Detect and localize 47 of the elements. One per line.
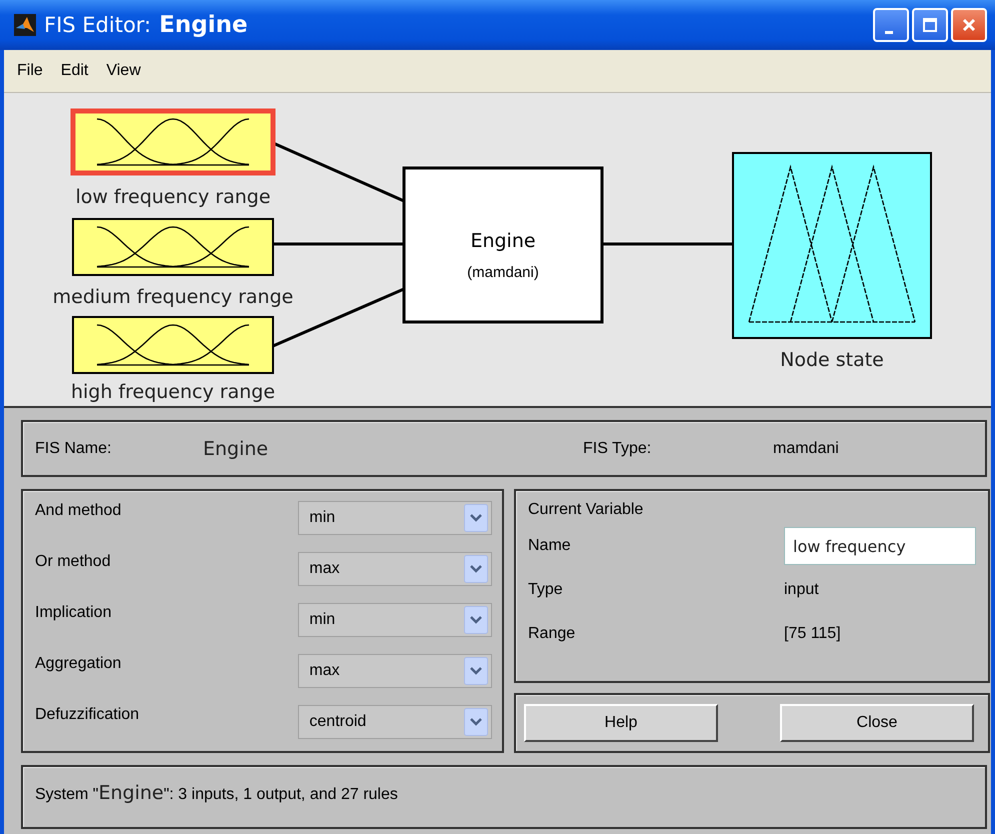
minimize-icon (884, 30, 892, 34)
method-label: Defuzzification (35, 705, 140, 724)
input-node[interactable] (70, 108, 276, 176)
method-label: Aggregation (35, 654, 122, 673)
system-block[interactable] (402, 166, 604, 324)
minimize-button[interactable] (873, 8, 909, 42)
app-icon (14, 14, 36, 36)
output-label: Node state (780, 349, 884, 371)
input-label: medium frequency range (52, 286, 294, 308)
dialog-button[interactable]: Help (524, 704, 718, 742)
fis-type: mamdani (773, 440, 839, 458)
window-title-prefix: FIS Editor: (44, 13, 152, 37)
output-node[interactable] (732, 152, 932, 339)
input-label: high frequency range (70, 381, 276, 403)
close-icon (961, 17, 977, 33)
method-label: Implication (35, 603, 112, 622)
fis-name-label: FIS Name: (35, 440, 112, 458)
status-message: System "Engine": 3 inputs, 1 output, and 27 rules (35, 782, 398, 804)
system-type: (mamdani) (467, 264, 539, 281)
fis-type-label: FIS Type: (583, 440, 652, 458)
dialog-button[interactable]: Close (780, 704, 974, 742)
close-button[interactable] (951, 8, 987, 42)
variable-label: Name (528, 537, 572, 555)
variable-value: input (784, 581, 819, 599)
menu-item[interactable]: View (97, 62, 150, 80)
variable-value: [75 115] (784, 625, 841, 643)
menu-item[interactable]: File (8, 62, 52, 80)
input-label: low frequency range (75, 186, 271, 208)
fis-name: Engine (203, 438, 270, 460)
method-dropdown[interactable]: max (298, 654, 492, 688)
method-dropdown[interactable]: min (298, 603, 492, 637)
maximize-icon (922, 17, 938, 33)
input-node[interactable] (72, 316, 274, 374)
method-dropdown[interactable]: min (298, 501, 492, 535)
menu-item[interactable]: Edit (52, 62, 98, 80)
variable-label: Range (528, 625, 576, 643)
method-label: Or method (35, 552, 112, 571)
method-dropdown[interactable]: centroid (298, 705, 492, 739)
input-node[interactable] (72, 218, 274, 276)
variable-label: Type (528, 581, 564, 599)
window-title: Engine (159, 12, 248, 38)
method-label: And method (35, 501, 122, 520)
current-variable-title: Current Variable (528, 501, 644, 519)
name-field[interactable]: low frequency (784, 527, 976, 565)
maximize-button[interactable] (912, 8, 948, 42)
method-dropdown[interactable]: max (298, 552, 492, 586)
system-name: Engine (470, 230, 536, 252)
